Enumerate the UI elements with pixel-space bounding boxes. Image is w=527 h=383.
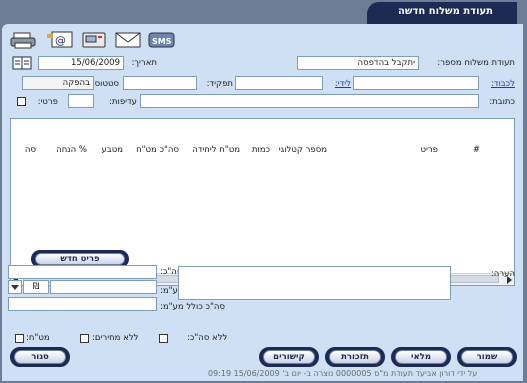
app-window: תעודת משלוח חדשה @ SMS תעודת משלוח מספר:…	[0, 0, 527, 383]
save-button[interactable]: שמור	[457, 347, 517, 367]
date-label: תאריך:	[131, 58, 157, 68]
attn-field[interactable]	[235, 76, 323, 90]
created-info: תעודת מ"ס 0000005 נוצרה ב- יום ב' 15/06/…	[208, 369, 414, 378]
total-incl-vat-label: סה"כ כולל מע"מ:	[160, 302, 225, 312]
email-icon[interactable]: @	[46, 30, 74, 50]
sms-icon[interactable]: SMS	[148, 30, 176, 50]
created-by: על ידי דורון אביעד	[415, 369, 478, 378]
svg-text:@: @	[55, 34, 66, 47]
no-prices-checkbox[interactable]	[80, 334, 89, 343]
priority-field[interactable]	[68, 94, 94, 108]
address-label: כתובת:	[489, 97, 515, 107]
column-header-item: פריט	[420, 145, 438, 155]
chevron-down-icon	[11, 285, 19, 290]
created-status: על ידי דורון אביעד תעודת מ"ס 0000005 נוצ…	[208, 369, 477, 378]
private-checkbox[interactable]	[17, 97, 26, 106]
attn-link[interactable]: לידי:	[335, 79, 351, 89]
status-field[interactable]: בהפקה	[22, 76, 94, 90]
main-panel: @ SMS תעודת משלוח מספר: יתקבל בהדפסה תאר…	[2, 24, 523, 381]
column-header-total-fx: סה"כ מט"ח	[136, 145, 179, 155]
doc-number-field[interactable]: יתקבל בהדפסה	[297, 56, 419, 70]
note-textarea[interactable]	[178, 266, 451, 300]
no-prices-label: ללא מחירים:	[92, 333, 139, 343]
vat-field[interactable]	[50, 280, 157, 294]
column-header-total: סה	[24, 145, 36, 155]
envelope-icon[interactable]	[114, 30, 142, 50]
calendar-icon[interactable]	[12, 56, 32, 70]
items-grid: # פריט מספר קטלוגי כמות מט"ח ליחידה סה"כ…	[10, 118, 515, 286]
vat-currency-field[interactable]: ₪	[23, 280, 49, 294]
svg-text:SMS: SMS	[152, 37, 172, 46]
vat-dropdown[interactable]	[8, 280, 22, 294]
role-field[interactable]	[123, 76, 197, 90]
fax-icon[interactable]	[80, 30, 108, 50]
column-header-catalog: מספר קטלוגי	[278, 145, 327, 155]
no-total-checkbox[interactable]	[159, 334, 168, 343]
total-field[interactable]	[8, 265, 157, 279]
private-label: פרטי:	[37, 97, 58, 107]
close-button[interactable]: סגור	[10, 347, 70, 367]
role-label: תפקיד:	[206, 79, 233, 89]
fx-label: מט"ח:	[26, 333, 50, 343]
priority-label: עדיפות:	[109, 97, 137, 107]
column-header-discount: % הנחה	[56, 145, 87, 155]
no-total-label: ללא סה"כ:	[187, 333, 228, 343]
fill-button[interactable]: מלאי	[391, 347, 451, 367]
date-field[interactable]: 15/06/2009	[38, 56, 124, 70]
column-header-currency: מטבע	[101, 145, 123, 155]
to-field[interactable]	[353, 76, 479, 90]
links-button[interactable]: קישורים	[259, 347, 319, 367]
column-header-quantity: כמות	[251, 145, 270, 155]
print-icon[interactable]	[10, 30, 38, 50]
note-label: הערה:	[490, 269, 515, 279]
doc-number-label: תעודת משלוח מספר:	[437, 58, 515, 68]
title-bar: תעודת משלוח חדשה	[0, 0, 527, 26]
column-header-number: #	[472, 145, 480, 155]
total-incl-vat-field[interactable]	[8, 297, 157, 311]
address-field[interactable]	[140, 94, 479, 108]
to-link[interactable]: לכבוד:	[491, 79, 515, 89]
fx-checkbox[interactable]	[15, 334, 24, 343]
reminder-button[interactable]: תזכורת	[325, 347, 385, 367]
status-label: סטטוס:	[91, 79, 119, 89]
column-header-unit-fx: מט"ח ליחידה	[192, 145, 240, 155]
window-title: תעודת משלוח חדשה	[398, 6, 493, 17]
